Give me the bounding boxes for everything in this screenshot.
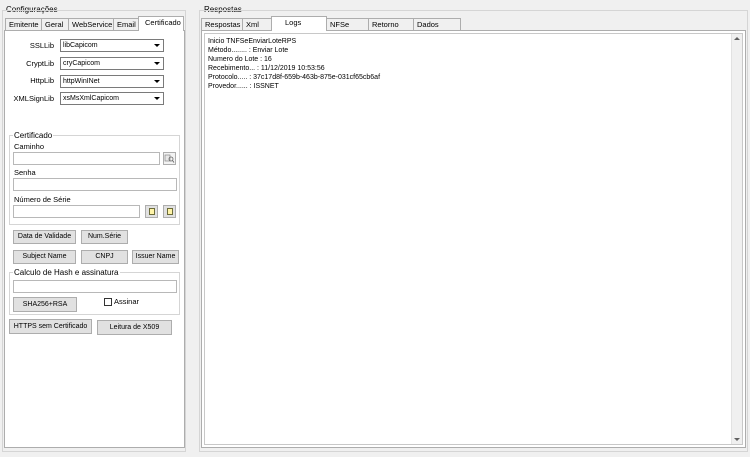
log-line: Recebimento... : 11/12/2019 10:53:56 <box>208 65 325 72</box>
xmlsignlib-select[interactable]: xsMsXmlCapicom <box>60 92 164 105</box>
ssllib-select[interactable]: libCapicom <box>60 39 164 52</box>
numero-serie-label: Número de Série <box>14 195 71 204</box>
chevron-down-icon <box>154 97 160 100</box>
tab-xml[interactable]: Xml <box>242 18 272 30</box>
folder-search-icon <box>164 154 175 163</box>
scroll-down-icon[interactable] <box>734 438 740 441</box>
https-sem-certificado-button[interactable]: HTTPS sem Certificado <box>9 319 92 334</box>
httplib-value: httpWinINet <box>63 78 100 85</box>
assinar-label: Assinar <box>114 297 140 306</box>
tab-dados[interactable]: Dados <box>413 18 461 30</box>
lookup-serie-button[interactable] <box>163 205 176 218</box>
senha-label: Senha <box>14 168 36 177</box>
caminho-input[interactable] <box>13 152 160 165</box>
document-icon <box>167 208 173 215</box>
data-validade-button[interactable]: Data de Validade <box>13 230 76 244</box>
cryptlib-value: cryCapicom <box>63 60 100 67</box>
sha256-rsa-button[interactable]: SHA256+RSA <box>13 297 77 312</box>
hash-input[interactable] <box>13 280 177 293</box>
tab-emitente[interactable]: Emitente <box>5 18 42 30</box>
issuer-name-button[interactable]: Issuer Name <box>132 250 179 264</box>
logs-tab-panel: Inicio TNFSeEnviarLoteRPS Método........… <box>201 30 746 448</box>
log-line: Inicio TNFSeEnviarLoteRPS <box>208 38 297 45</box>
tab-email[interactable]: Email <box>113 18 139 30</box>
certificado-title: Certificado <box>13 131 54 140</box>
logs-text: Inicio TNFSeEnviarLoteRPS Método........… <box>208 37 380 91</box>
logs-memo[interactable]: Inicio TNFSeEnviarLoteRPS Método........… <box>204 33 743 445</box>
numero-serie-input[interactable] <box>13 205 140 218</box>
hash-title: Calculo de Hash e assinatura <box>13 268 120 277</box>
chevron-down-icon <box>154 80 160 83</box>
tab-geral[interactable]: Geral <box>41 18 69 30</box>
select-serie-button[interactable] <box>145 205 158 218</box>
cnpj-button[interactable]: CNPJ <box>81 250 128 264</box>
tab-webservice[interactable]: WebService <box>68 18 114 30</box>
ssllib-value: libCapicom <box>63 42 98 49</box>
tab-nfse[interactable]: NFSe <box>326 18 369 30</box>
httplib-label: HttpLib <box>30 76 54 85</box>
chevron-down-icon <box>154 44 160 47</box>
tab-respostas[interactable]: Respostas <box>201 18 243 30</box>
xmlsignlib-label: XMLSignLib <box>13 94 54 103</box>
ssllib-label: SSLLib <box>29 41 54 50</box>
num-serie-button[interactable]: Num.Série <box>81 230 128 244</box>
senha-input[interactable] <box>13 178 177 191</box>
scroll-up-icon[interactable] <box>734 37 740 40</box>
tab-logs[interactable]: Logs <box>271 16 327 31</box>
subject-name-button[interactable]: Subject Name <box>13 250 76 264</box>
chevron-down-icon <box>154 62 160 65</box>
httplib-select[interactable]: httpWinINet <box>60 75 164 88</box>
browse-file-button[interactable] <box>163 152 176 165</box>
cryptlib-label: CryptLib <box>26 59 54 68</box>
leitura-x509-button[interactable]: Leitura de X509 <box>97 320 172 335</box>
caminho-label: Caminho <box>14 142 45 151</box>
logs-vertical-scrollbar[interactable] <box>731 34 742 444</box>
xmlsignlib-value: xsMsXmlCapicom <box>63 95 120 102</box>
log-line: Protocolo..... : 37c17d8f-659b-463b-875e… <box>208 74 381 81</box>
assinar-checkbox[interactable] <box>104 298 112 306</box>
cryptlib-select[interactable]: cryCapicom <box>60 57 164 70</box>
log-line: Numero do Lote : 16 <box>208 56 272 63</box>
document-icon <box>149 208 155 215</box>
tab-certificado[interactable]: Certificado <box>138 16 184 31</box>
log-line: Método........ : Enviar Lote <box>208 47 289 54</box>
tab-retorno[interactable]: Retorno <box>368 18 414 30</box>
log-line: Provedor...... : ISSNET <box>208 83 279 90</box>
